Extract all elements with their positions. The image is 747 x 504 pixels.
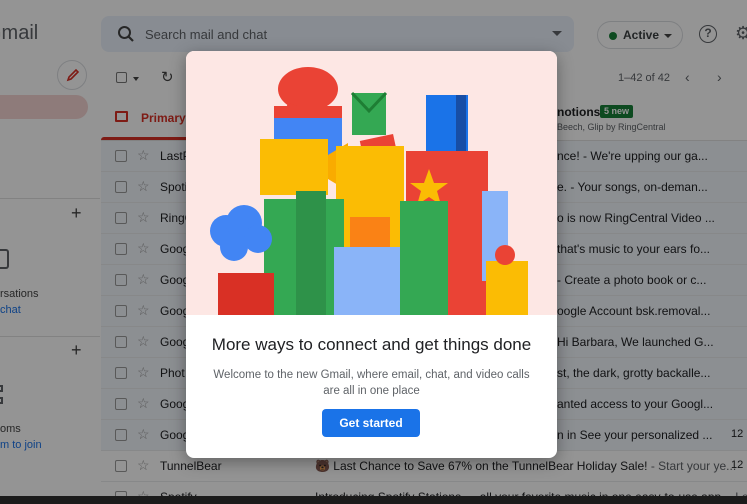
os-taskbar bbox=[0, 496, 747, 504]
dialog-title: More ways to connect and get things done bbox=[211, 335, 532, 354]
hero-illustration bbox=[186, 51, 557, 315]
dialog-body: Welcome to the new Gmail, where email, c… bbox=[213, 369, 530, 397]
get-started-button[interactable]: Get started bbox=[322, 409, 420, 437]
buildings-illustration bbox=[210, 67, 528, 315]
welcome-dialog: More ways to connect and get things done… bbox=[186, 51, 557, 458]
